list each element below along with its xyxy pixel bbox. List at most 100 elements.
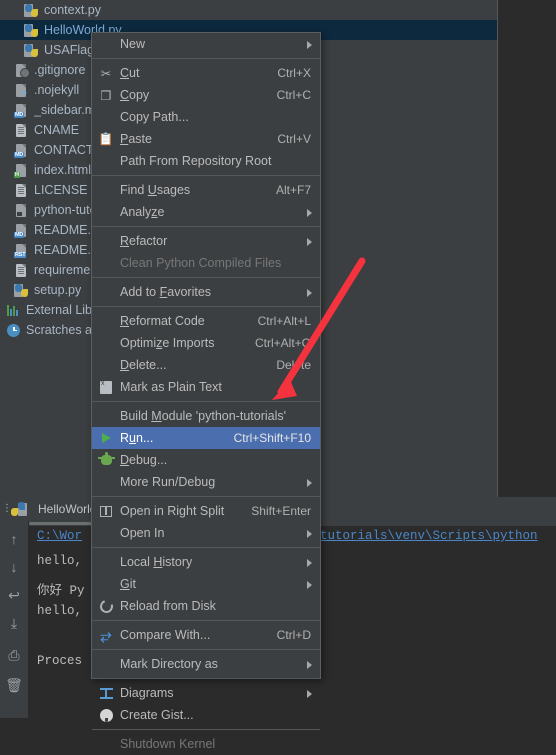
menu-item-label: Clean Python Compiled Files xyxy=(120,256,282,270)
menu-separator xyxy=(92,649,320,650)
submenu-arrow-icon xyxy=(307,41,312,49)
menu-item-label: Copy Path... xyxy=(120,110,189,124)
menu-item-shortcut: Alt+F7 xyxy=(275,183,311,197)
menu-item-copy[interactable]: ❐ Copy Ctrl+C xyxy=(92,84,320,106)
trash-icon[interactable]: 🗑 xyxy=(4,675,24,695)
menu-item-label: Local History xyxy=(120,555,193,569)
menu-item-new[interactable]: New xyxy=(92,33,320,55)
menu-separator xyxy=(92,226,320,227)
menu-item-shortcut: Ctrl+V xyxy=(277,132,311,146)
markdown-file-icon: MD xyxy=(14,143,29,158)
submenu-arrow-icon xyxy=(307,559,312,567)
run-tab-label: HelloWorld xyxy=(38,502,97,516)
tree-item-context-py[interactable]: context.py xyxy=(0,0,497,20)
menu-separator xyxy=(92,306,320,307)
menu-item-shortcut: Delete xyxy=(276,358,311,372)
menu-item-label: Git xyxy=(120,577,136,591)
menu-item-shortcut: Ctrl+D xyxy=(276,628,311,642)
menu-separator xyxy=(92,401,320,402)
library-icon xyxy=(6,303,21,318)
menu-item-find-usages[interactable]: Find Usages Alt+F7 xyxy=(92,179,320,201)
menu-separator xyxy=(92,277,320,278)
menu-item-label: New xyxy=(120,37,146,51)
tree-item-label: index.html xyxy=(34,163,91,177)
python-file-icon xyxy=(11,501,33,517)
menu-item-analyze[interactable]: Analyze xyxy=(92,201,320,223)
menu-item-path-from-repository-root[interactable]: Path From Repository Root xyxy=(92,150,320,172)
menu-item-paste[interactable]: 📋 Paste Ctrl+V xyxy=(92,128,320,150)
print-icon[interactable]: ⎙ xyxy=(4,645,24,665)
menu-item-debug[interactable]: Debug... xyxy=(92,449,320,471)
menu-item-label: Find Usages xyxy=(120,183,191,197)
down-arrow-icon[interactable]: ↓ xyxy=(4,557,24,577)
menu-item-diagrams[interactable]: Diagrams xyxy=(92,682,320,704)
menu-item-more-run-debug[interactable]: More Run/Debug xyxy=(92,471,320,493)
text-file-icon xyxy=(14,263,29,278)
menu-item-optimize-imports[interactable]: Optimize Imports Ctrl+Alt+O xyxy=(92,332,320,354)
menu-separator xyxy=(92,620,320,621)
up-arrow-icon[interactable]: ↑ xyxy=(4,529,24,549)
submenu-arrow-icon xyxy=(307,690,312,698)
menu-separator xyxy=(92,175,320,176)
terminal-file-icon xyxy=(14,203,29,218)
submenu-arrow-icon xyxy=(307,530,312,538)
menu-item-label: Create Gist... xyxy=(120,708,194,722)
menu-item-label: Copy xyxy=(120,88,150,102)
menu-item-refactor[interactable]: Refactor xyxy=(92,230,320,252)
context-menu[interactable]: New ✂ Cut Ctrl+X ❐ Copy Ctrl+C Copy Path... 📋 Pas… xyxy=(91,32,321,751)
clock-icon xyxy=(6,323,21,338)
menu-item-compare-with[interactable]: ⥂ Compare With... Ctrl+D xyxy=(92,624,320,646)
menu-item-label: Reload from Disk xyxy=(120,599,216,613)
menu-item-build-module-python-tutorials[interactable]: Build Module 'python-tutorials' xyxy=(92,405,320,427)
tree-item-label: .gitignore xyxy=(34,63,86,77)
menu-item-local-history[interactable]: Local History xyxy=(92,551,320,573)
menu-item-shortcut: Ctrl+Alt+L xyxy=(257,314,311,328)
python-file-icon xyxy=(14,283,29,298)
menu-separator xyxy=(92,547,320,548)
menu-item-label: Refactor xyxy=(120,234,168,248)
scroll-to-end-icon[interactable]: ⤓ xyxy=(4,613,24,633)
menu-item-mark-as-plain-text[interactable]: Mark as Plain Text xyxy=(92,376,320,398)
rst-file-icon: RST xyxy=(14,243,29,258)
text-file-icon xyxy=(14,123,29,138)
menu-item-shortcut: Ctrl+X xyxy=(277,66,311,80)
soft-wrap-icon[interactable]: ↩ xyxy=(4,585,24,605)
menu-item-create-gist[interactable]: Create Gist... xyxy=(92,704,320,726)
menu-item-run[interactable]: Run... Ctrl+Shift+F10 xyxy=(92,427,320,449)
menu-separator xyxy=(92,58,320,59)
python-file-icon xyxy=(24,43,39,58)
console-path-right[interactable]: tutorials\venv\Scripts\python xyxy=(320,529,538,543)
menu-item-label: Paste xyxy=(120,132,152,146)
menu-item-label: Add to Favorites xyxy=(120,285,212,299)
menu-item-open-in[interactable]: Open In xyxy=(92,522,320,544)
tree-item-label: setup.py xyxy=(34,283,82,297)
menu-item-reformat-code[interactable]: Reformat Code Ctrl+Alt+L xyxy=(92,310,320,332)
menu-item-reload-from-disk[interactable]: Reload from Disk xyxy=(92,595,320,617)
menu-item-git[interactable]: Git xyxy=(92,573,320,595)
menu-item-label: Shutdown Kernel xyxy=(120,737,216,751)
menu-item-mark-directory-as[interactable]: Mark Directory as xyxy=(92,653,320,675)
python-file-icon xyxy=(24,23,39,38)
split-icon xyxy=(97,500,115,522)
copy-icon: ❐ xyxy=(100,88,112,103)
menu-item-add-to-favorites[interactable]: Add to Favorites xyxy=(92,281,320,303)
menu-item-cut[interactable]: ✂ Cut Ctrl+X xyxy=(92,62,320,84)
submenu-arrow-icon xyxy=(307,289,312,297)
menu-item-shortcut: Shift+Enter xyxy=(251,504,311,518)
python-file-icon xyxy=(24,3,39,18)
console-path-left[interactable]: C:\Wor xyxy=(37,529,82,543)
run-tab-helloworld[interactable]: HelloWorld xyxy=(11,499,97,519)
menu-item-label: Mark Directory as xyxy=(120,657,218,671)
menu-item-clean-python-compiled-files: Clean Python Compiled Files xyxy=(92,252,320,274)
menu-item-label: Build Module 'python-tutorials' xyxy=(120,409,286,423)
tree-item-label: context.py xyxy=(44,3,101,17)
console-line: 你好 Py xyxy=(37,584,85,598)
submenu-arrow-icon xyxy=(307,661,312,669)
menu-item-open-in-right-split[interactable]: Open in Right Split Shift+Enter xyxy=(92,500,320,522)
menu-item-copy-path[interactable]: Copy Path... xyxy=(92,106,320,128)
menu-item-delete[interactable]: Delete... Delete xyxy=(92,354,320,376)
menu-item-label: Compare With... xyxy=(120,628,211,642)
menu-separator xyxy=(92,729,320,730)
console-line: hello, xyxy=(37,554,83,568)
cut-icon: ✂ xyxy=(100,66,112,81)
